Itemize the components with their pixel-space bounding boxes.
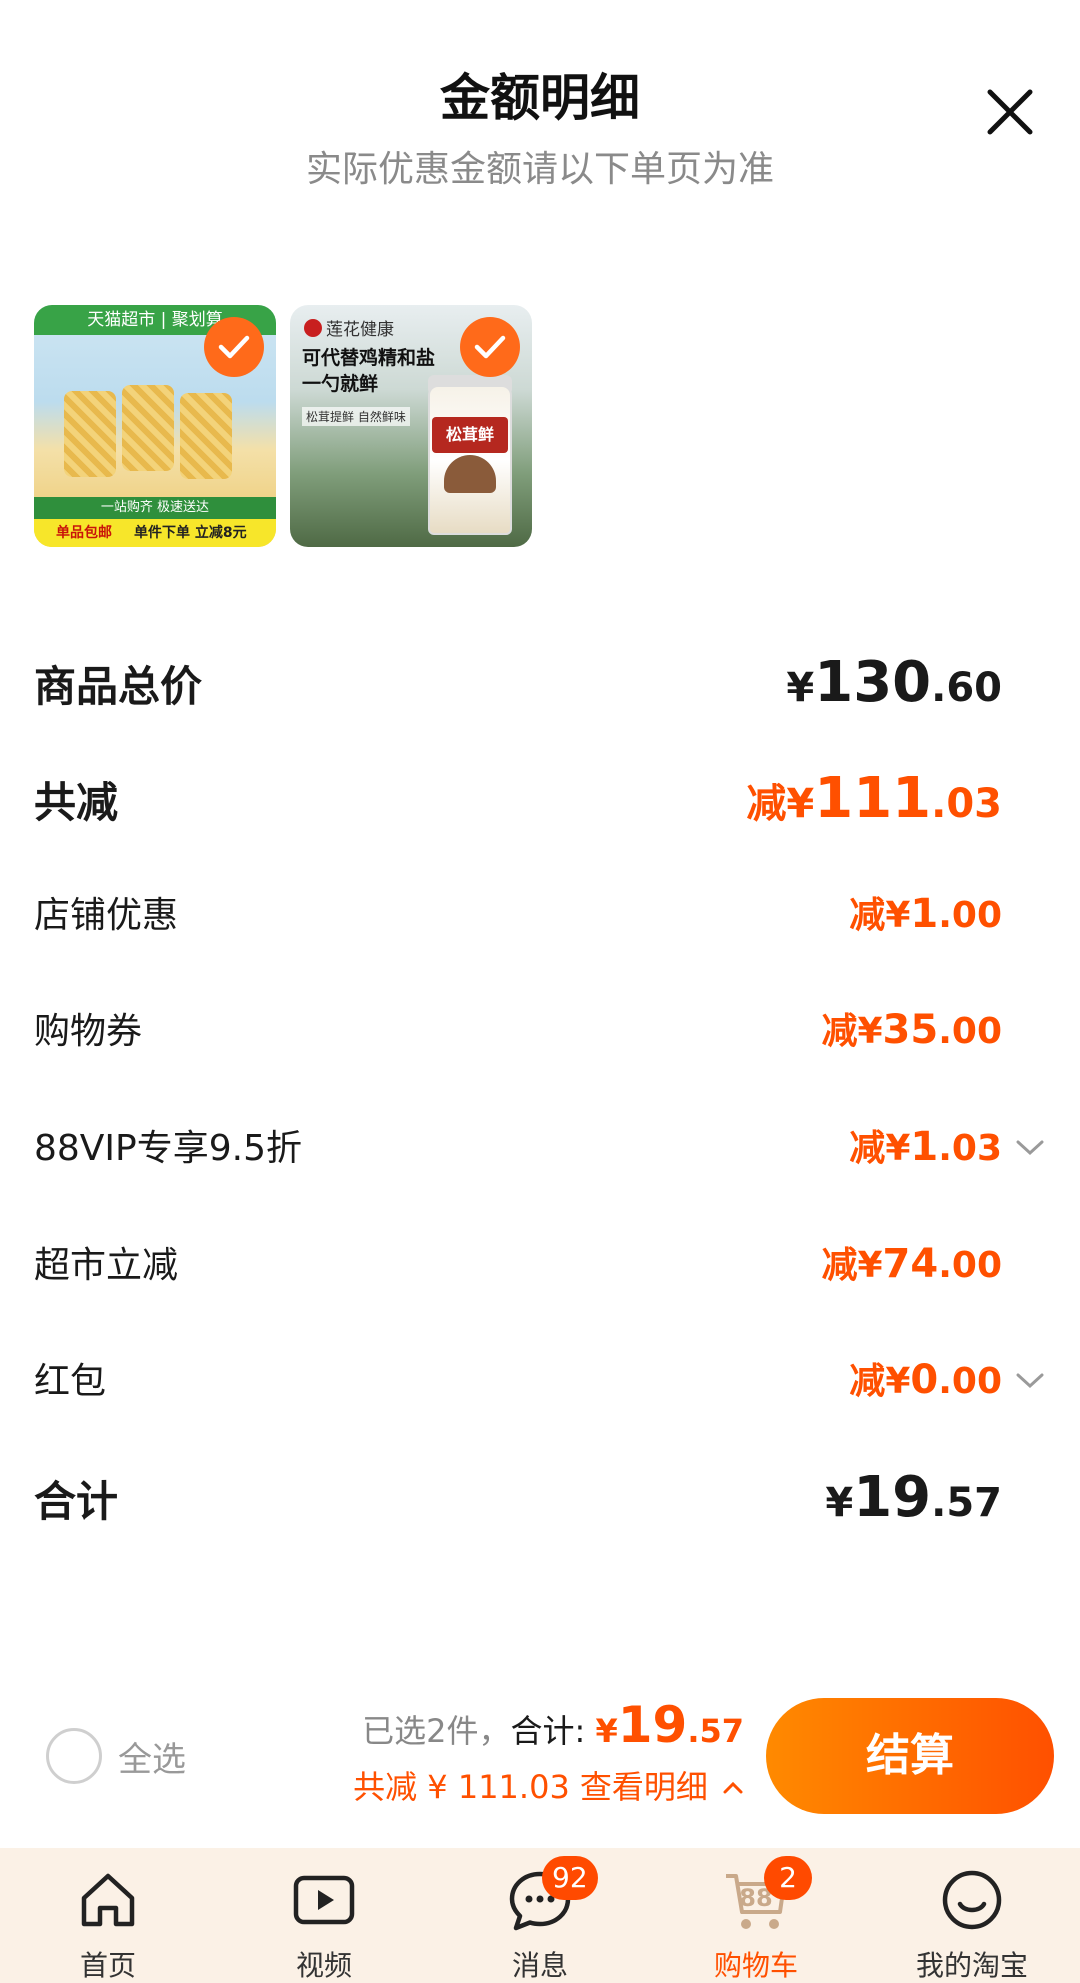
tab-profile[interactable]: 我的淘宝: [864, 1848, 1080, 1983]
profile-icon: [942, 1870, 1002, 1930]
tab-home[interactable]: 首页: [0, 1848, 216, 1983]
bottom-tabbar: 首页 视频 92 消息 88 2 购物车 我的淘宝: [0, 1848, 1080, 1983]
product-thumbnail[interactable]: 莲花健康 可代替鸡精和盐 一勺就鲜 松茸提鲜 自然鲜味 松茸鲜: [290, 305, 532, 547]
selected-count: 已选2件，: [362, 1712, 511, 1750]
tab-label: 消息: [511, 1949, 568, 1982]
chevron-down-icon[interactable]: [1014, 1371, 1046, 1391]
select-all-label[interactable]: 全选: [118, 1732, 186, 1781]
sheet-subtitle: 实际优惠金额请以下单页为准: [305, 149, 774, 190]
tab-label: 首页: [79, 1949, 136, 1982]
detail-link-label: 查看明细: [579, 1768, 708, 1806]
checkmark-icon: [474, 335, 506, 359]
discount-item-row: 超市立减 减¥74.00: [34, 1236, 1002, 1288]
chevron-down-icon[interactable]: [1014, 1138, 1046, 1158]
tab-video[interactable]: 视频: [216, 1848, 432, 1983]
grand-total-value: ¥19.57: [825, 1465, 1002, 1530]
product-jar-label: 松茸鲜: [432, 417, 508, 453]
discount-item-value: 减¥35.00: [821, 1007, 1002, 1053]
tab-label: 视频: [295, 1949, 352, 1982]
discount-item-label: 红包: [34, 1361, 107, 1402]
cart-badge: 2: [764, 1856, 812, 1900]
discount-item-label: 88VIP专享9.5折: [34, 1128, 303, 1169]
product-tag: 松茸提鲜 自然鲜味: [302, 407, 410, 426]
amount-detail-sheet: 金额明细 实际优惠金额请以下单页为准 天猫超市 | 聚划算 一站购齐 极速送达 …: [0, 0, 1080, 1848]
product-thumbnails: 天猫超市 | 聚划算 一站购齐 极速送达 单件下单 立减8元 单品包邮 莲花健康…: [34, 305, 532, 547]
chevron-up-icon: [723, 1781, 743, 1794]
product-brand: 莲花健康: [304, 315, 394, 340]
tab-label: 我的淘宝: [915, 1949, 1028, 1982]
discount-item-row: 购物券 减¥35.00: [34, 1002, 1002, 1054]
product-image: [64, 385, 234, 479]
view-detail-link[interactable]: 共减 ¥ 111.03 查看明细: [353, 1762, 744, 1808]
discount-item-label: 超市立减: [34, 1245, 179, 1286]
discount-item-row-expandable[interactable]: 红包 减¥0.00: [34, 1352, 1002, 1404]
discount-item-row: 店铺优惠 减¥1.00: [34, 886, 1002, 938]
brand-logo-icon: [304, 319, 322, 337]
video-icon: [293, 1875, 355, 1925]
tab-cart[interactable]: 88 2 购物车: [648, 1848, 864, 1983]
sum-label: 合计:: [510, 1712, 586, 1750]
discount-total-value: 减¥111.03: [746, 766, 1002, 831]
product-thumbnail[interactable]: 天猫超市 | 聚划算 一站购齐 极速送达 单件下单 立减8元 单品包邮: [34, 305, 276, 547]
checkout-button[interactable]: 结算: [766, 1698, 1054, 1814]
grand-total-label: 合计: [34, 1477, 119, 1526]
discount-item-value: 减¥1.00: [849, 891, 1002, 937]
sheet-title: 金额明细: [440, 69, 640, 127]
close-button[interactable]: [980, 82, 1040, 142]
product-bar-text: 一站购齐 极速送达: [34, 497, 276, 519]
discount-item-value: 减¥1.03: [849, 1124, 1002, 1170]
checkmark-icon: [218, 335, 250, 359]
tab-label: 购物车: [713, 1949, 798, 1982]
discount-item-value: 减¥0.00: [849, 1357, 1002, 1403]
sum-price: ¥19.57: [595, 1696, 744, 1754]
tab-messages[interactable]: 92 消息: [432, 1848, 648, 1983]
select-all-checkbox[interactable]: [46, 1728, 102, 1784]
cart-count: 88: [739, 1884, 773, 1912]
discount-item-value: 减¥74.00: [821, 1241, 1002, 1287]
total-price-row: 商品总价 ¥130.60: [34, 650, 1002, 715]
selected-summary: 已选2件，合计: ¥19.57: [362, 1696, 744, 1754]
selected-check[interactable]: [460, 317, 520, 377]
close-icon: [987, 89, 1033, 135]
discount-total-label: 共减: [34, 778, 119, 827]
discount-total-row: 共减 减¥111.03: [34, 766, 1002, 831]
discount-item-label: 购物券: [34, 1011, 143, 1052]
selected-check[interactable]: [204, 317, 264, 377]
checkout-bar: 全选 已选2件，合计: ¥19.57 共减 ¥ 111.03 查看明细 结算: [0, 1690, 1080, 1830]
discount-item-row-expandable[interactable]: 88VIP专享9.5折 减¥1.03: [34, 1119, 1002, 1171]
product-badge: 单品包邮: [34, 519, 134, 547]
message-badge: 92: [542, 1856, 598, 1900]
grand-total-row: 合计 ¥19.57: [34, 1465, 1002, 1530]
discount-item-label: 店铺优惠: [34, 895, 179, 936]
home-icon: [81, 1873, 135, 1927]
total-price-value: ¥130.60: [786, 650, 1002, 715]
discount-summary: 共减 ¥ 111.03: [353, 1768, 570, 1806]
total-price-label: 商品总价: [34, 662, 203, 711]
